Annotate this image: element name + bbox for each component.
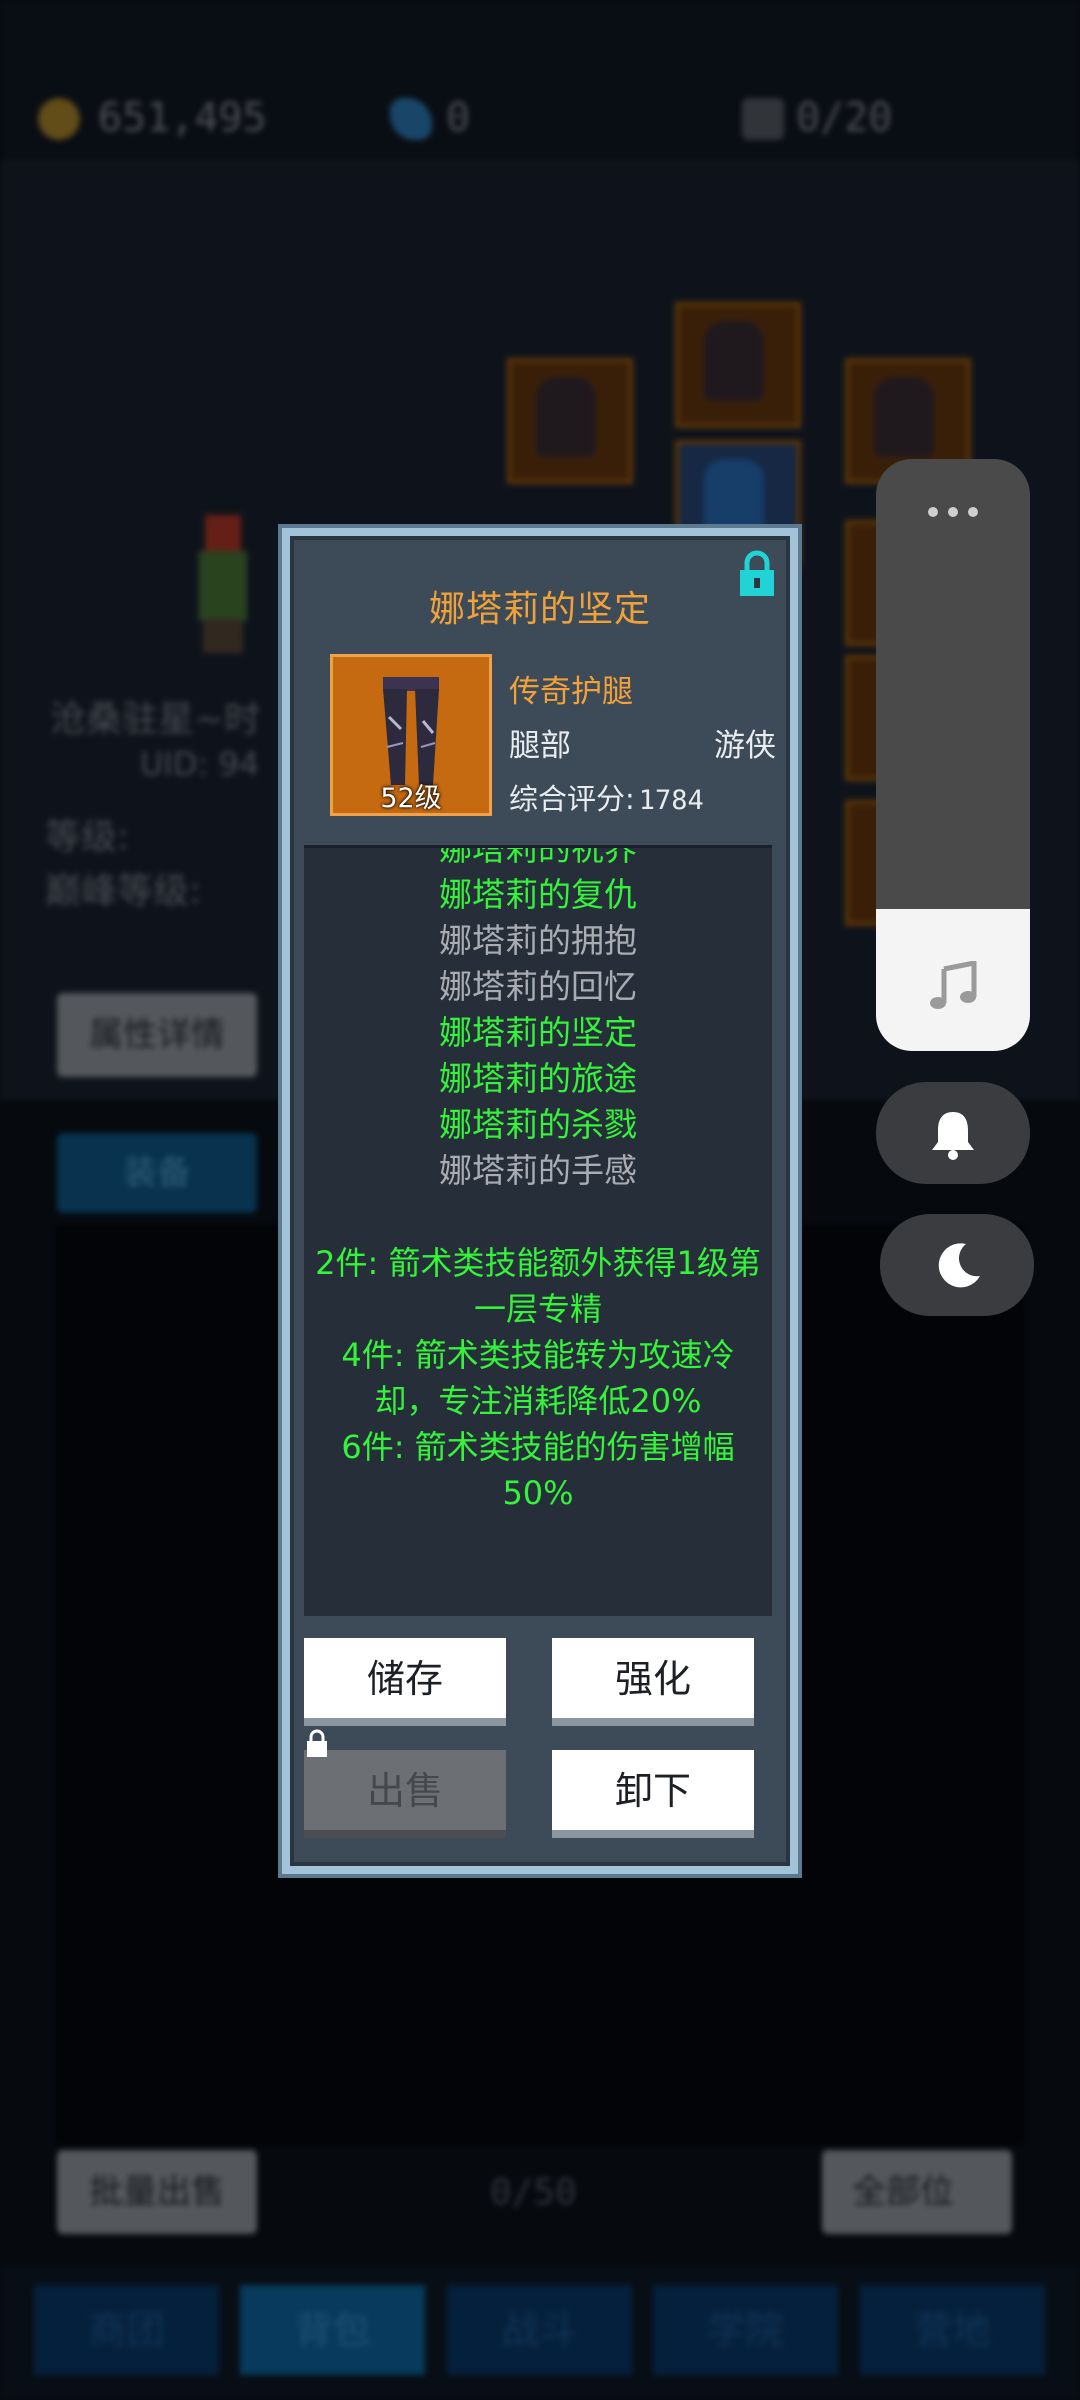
item-description[interactable]: 娜塔莉的祝界娜塔莉的复仇 娜塔莉的拥抱 娜塔莉的回忆 娜塔莉的坚定 娜塔莉的旅途 娜塔莉的… [304, 845, 772, 1616]
item-class: 游侠 [714, 728, 776, 764]
ring-mode-button[interactable] [876, 1082, 1030, 1184]
item-level: 52级 [380, 783, 442, 814]
moon-icon [938, 1243, 980, 1288]
sell-button[interactable]: 出售 [304, 1750, 506, 1838]
unequip-button[interactable]: 卸下 [552, 1750, 754, 1838]
set-piece-item: 娜塔莉的杀戮 [439, 1105, 637, 1144]
sell-label: 出售 [366, 1769, 443, 1813]
set-piece-list: 娜塔莉的祝界娜塔莉的复仇 娜塔莉的拥抱 娜塔莉的回忆 娜塔莉的坚定 娜塔莉的旅途 娜塔莉的… [304, 845, 772, 1194]
item-slot: 腿部 [509, 728, 571, 764]
set-piece-item: 娜塔莉的旅途 [439, 1059, 637, 1098]
set-piece-item: 娜塔莉的坚定 [439, 1013, 637, 1052]
set-bonus-line: 6件: 箭术类技能的伤害增幅50% [341, 1428, 735, 1512]
floating-volume-panel[interactable] [876, 459, 1030, 1051]
lock-icon[interactable] [736, 550, 778, 602]
media-volume-level[interactable] [876, 909, 1030, 1051]
item-title: 娜塔莉的坚定 [428, 589, 651, 630]
bell-icon [932, 1112, 974, 1160]
item-rarity: 传奇护腿 [509, 674, 633, 710]
score-label: 综合评分: [509, 782, 635, 816]
item-score: 综合评分: 1784 [509, 776, 704, 818]
leg-armor-icon [383, 677, 439, 785]
music-note-icon [930, 961, 977, 1009]
enhance-button[interactable]: 强化 [552, 1638, 754, 1726]
set-piece-item: 娜塔莉的复仇 [439, 875, 637, 914]
item-icon-box: 52级 [330, 654, 492, 816]
do-not-disturb-button[interactable] [880, 1214, 1034, 1316]
dialog-frame: 娜塔莉的坚定 52级 传奇护腿 腿部 游侠 综合评分: 1784 娜塔莉的祝界 … [290, 536, 790, 1866]
set-bonus-list: 2件: 箭术类技能额外获得1级第一层专精 4件: 箭术类技能转为攻速冷却，专注消耗… [304, 1240, 772, 1516]
sell-lock-icon [304, 1728, 330, 1762]
item-detail-dialog: 娜塔莉的坚定 52级 传奇护腿 腿部 游侠 综合评分: 1784 娜塔莉的祝界 … [278, 524, 802, 1878]
set-piece-item: 娜塔莉的拥抱 [439, 921, 637, 960]
store-button[interactable]: 储存 [304, 1638, 506, 1726]
set-piece-item: 娜塔莉的回忆 [439, 967, 637, 1006]
set-bonus-line: 4件: 箭术类技能转为攻速冷却，专注消耗降低20% [341, 1336, 735, 1420]
set-piece-item: 娜塔莉的手感 [439, 1151, 637, 1190]
score-value: 1784 [638, 785, 704, 816]
set-piece-item: 娜塔莉的祝界 [439, 845, 637, 868]
set-bonus-line: 2件: 箭术类技能额外获得1级第一层专精 [315, 1244, 761, 1328]
more-icon[interactable] [927, 503, 979, 522]
